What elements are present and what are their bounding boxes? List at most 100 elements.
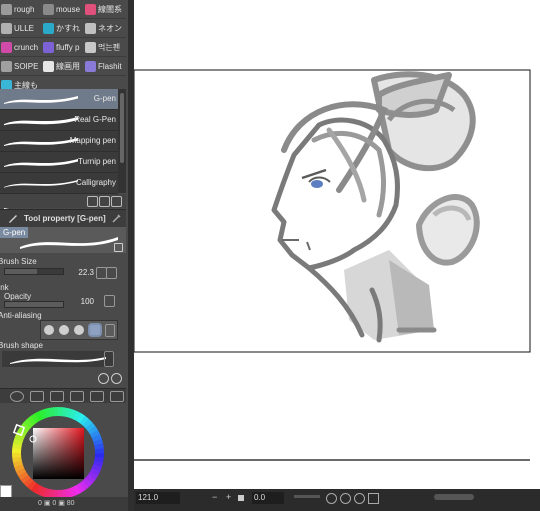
sub-tool-item[interactable]: 線画用 [42,57,84,75]
palette-row: ULLE かすれ ネオン [0,19,126,38]
scrollbar-thumb[interactable] [120,93,124,163]
brush-shape-dropdown[interactable] [104,351,114,367]
wrench-icon [9,215,17,223]
sub-tool-item[interactable]: ULLE [0,19,42,37]
color-slider-tab-icon[interactable] [30,391,44,402]
diamond-brush-icon [1,22,12,34]
sub-tool-item[interactable]: fluffy p [42,38,84,56]
zoom-out-button[interactable]: − [212,492,217,502]
brush-shape-stroke [10,357,106,364]
sub-tool-label: かすれ [56,23,80,33]
sub-tool-item[interactable]: かすれ [42,19,84,37]
ink-label: Ink [0,283,9,292]
brush-size-fill [5,269,37,274]
opacity-slider[interactable] [4,301,64,308]
opacity-fill [5,302,63,307]
brush-item[interactable]: Calligraphy [0,173,118,194]
rotate-left-icon[interactable] [326,493,337,504]
tool-property-header: Tool property [G-pen] [0,209,126,228]
brush-name: Calligraphy [75,178,116,187]
rotation-slider[interactable] [294,495,320,498]
trash-icon[interactable] [111,196,122,207]
brush-stroke-preview [4,138,78,146]
brush-list-scrollbar[interactable] [118,89,126,193]
sub-tool-item[interactable]: mouse [42,0,84,18]
sub-tool-item[interactable]: 線闇系 [84,0,126,18]
sub-tool-label: rough [14,4,35,14]
ink-pen-icon [85,41,96,53]
brush-shape-label: Brush shape [0,341,43,350]
aa-none-option[interactable] [44,325,54,335]
sub-tool-label: 線画用 [56,61,80,71]
canvas-view[interactable] [134,0,540,511]
brush-stroke-preview [4,180,78,188]
color-wheel[interactable] [0,403,126,511]
sub-tool-label: ULLE [14,23,35,33]
canvas-area [134,0,540,511]
color-wheel-panel [0,403,126,511]
clock-icon[interactable] [98,373,109,384]
color-wheel-tab-icon[interactable] [10,391,24,402]
palette-row: rough mouse 線闇系 [0,0,126,19]
zoom-in-button[interactable]: + [226,492,231,502]
brush-list: G-pen Real G-Pen Mapping pen Turnip pen Call… [0,89,118,215]
sub-tool-item[interactable]: ネオン [84,19,126,37]
brush-stroke-preview [4,159,78,167]
anti-aliasing-label: Anti-aliasing [0,311,42,320]
download-icon[interactable] [87,196,98,207]
brush-name: Mapping pen [69,136,116,145]
history-tab-icon[interactable] [110,391,124,402]
lineart-pen-icon [43,60,54,72]
color-set-tab-icon[interactable] [50,391,64,402]
rotation-field[interactable]: 0.0 [252,492,284,504]
panel-bottom-bar: 0 ▣ 0 ▣ 80 [0,497,128,511]
brush-stroke-preview [4,117,78,126]
sub-tool-item[interactable]: Flashit [84,57,126,75]
reset-rotation-icon[interactable] [354,493,365,504]
status-bar: 121.0 − + 0.0 [134,489,540,511]
crunch-brush-icon [1,41,12,53]
approximate-color-tab-icon[interactable] [90,391,104,402]
sub-tool-palette: rough mouse 線闇系 ULLE かすれ ネオン crunch fluffy p 먹는펜… [0,0,126,95]
brush-preview: G-pen [0,227,126,253]
horizontal-scrollbar[interactable] [434,494,474,500]
aa-strong-option[interactable] [90,325,100,335]
settings-icon[interactable] [112,213,122,223]
brush-item[interactable]: Real G-Pen [0,110,118,131]
brush-list-toolbar [0,194,126,208]
left-panel: rough mouse 線闇系 ULLE かすれ ネオン crunch fluffy p 먹는펜… [0,0,128,511]
flip-icon[interactable] [368,493,379,504]
fluffy-brush-icon [43,41,54,53]
preview-stroke [20,237,118,249]
fit-button[interactable] [238,495,244,501]
brush-item[interactable]: Mapping pen [0,131,118,152]
brush-size-value[interactable]: 22.3 [66,268,94,277]
color-panel-tabs [0,388,126,403]
anti-aliasing-selector [40,320,118,340]
sub-tool-label: Flashit [98,61,122,71]
brush-size-slider[interactable] [4,268,64,275]
zoom-icon[interactable] [111,373,122,384]
sub-tool-label: 線闇系 [98,4,122,14]
brush-item[interactable]: G-pen [0,89,118,110]
aa-weak-option[interactable] [59,325,69,335]
aa-medium-option[interactable] [74,325,84,335]
sub-tool-item[interactable]: SOIPE [0,57,42,75]
brush-size-label: Brush Size [0,257,37,266]
line-brush-icon [85,3,96,15]
sub-tool-item[interactable]: rough [0,0,42,18]
opacity-value[interactable]: 100 [66,297,94,306]
aa-spin[interactable] [105,324,115,337]
sub-tool-item[interactable]: 먹는펜 [84,38,126,56]
intermediate-color-tab-icon[interactable] [70,391,84,402]
zoom-level-field[interactable]: 121.0 [136,492,180,504]
rotate-right-icon[interactable] [340,493,351,504]
lock-icon[interactable] [114,243,123,252]
brush-size-reset[interactable] [106,267,117,279]
brush-shape-preview[interactable] [2,351,114,367]
opacity-reset[interactable] [104,295,115,307]
sub-tool-label: crunch [14,42,39,52]
copy-icon[interactable] [99,196,110,207]
brush-item[interactable]: Turnip pen [0,152,118,173]
sub-tool-item[interactable]: crunch [0,38,42,56]
